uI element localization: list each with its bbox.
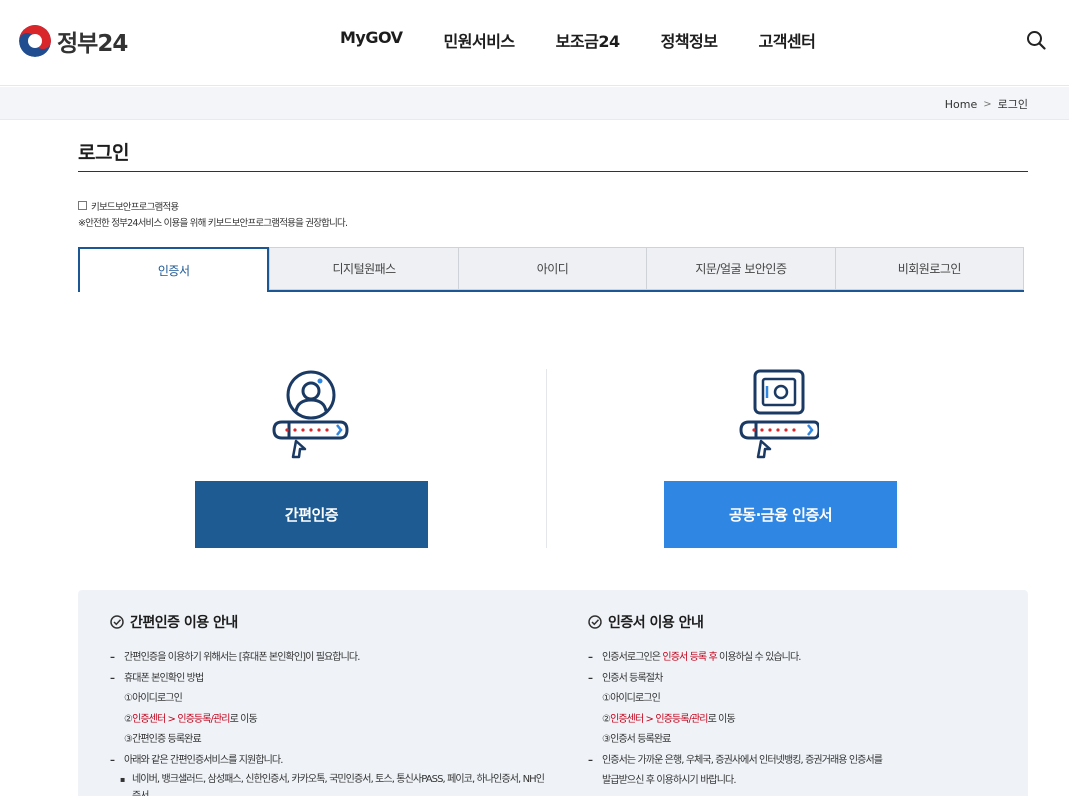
cert-guide-step: ①아이디로그인: [602, 693, 661, 704]
keyboard-security-label[interactable]: 키보드보안프로그램적용: [91, 199, 179, 213]
tab-biometric[interactable]: 지문/얼굴 보안인증: [646, 247, 835, 290]
logo-text: 정부24: [57, 31, 128, 57]
cert-guide-line: 인증서는 가까운 은행, 우체국, 증권사에서 인터넷뱅킹, 증권거래용 인증서…: [588, 751, 1028, 772]
nav-civil-service[interactable]: 민원서비스: [444, 28, 516, 52]
cert-guide-line-cont: 발급받으신 후 이용하시기 바랍니다.: [602, 775, 737, 786]
keyboard-security-checkbox[interactable]: [78, 201, 87, 210]
simple-guide-line: 휴대폰 본인확인 방법: [110, 669, 550, 690]
step-suffix: 로 이동: [707, 713, 736, 725]
cert-center-link[interactable]: 인증센터 > 인증등록/관리: [132, 714, 230, 725]
simple-auth-icon: [272, 370, 349, 459]
simple-guide-line: 간편인증을 이용하기 위해서는 [휴대폰 본인확인]이 필요합니다.: [110, 648, 550, 669]
supported-services-cont: 증서: [110, 788, 550, 796]
search-icon[interactable]: [1026, 30, 1046, 50]
breadcrumb: Home > 로그인: [945, 96, 1028, 112]
simple-guide-step: ③간편인증 등록완료: [124, 734, 202, 745]
tab-digital-onepass[interactable]: 디지털원패스: [269, 247, 458, 290]
usage-guide: 간편인증 이용 안내 간편인증을 이용하기 위해서는 [휴대폰 본인확인]이 필…: [78, 590, 1028, 796]
chevron-right-icon: >: [983, 98, 992, 110]
tab-id[interactable]: 아이디: [457, 247, 647, 290]
cert-line-highlight: 인증서 등록 후: [662, 652, 717, 663]
tab-non-member[interactable]: 비회원로그인: [834, 247, 1025, 290]
step-number: ②: [124, 713, 133, 725]
nav-subsidy24[interactable]: 보조금24: [556, 28, 620, 52]
simple-guide-line: 아래와 같은 간편인증서비스를 지원합니다.: [110, 751, 550, 772]
cert-line-suffix: 이용하실 수 있습니다.: [716, 652, 801, 663]
certificate-guide: 인증서 이용 안내 인증서로그인은 인증서 등록 후 이용하실 수 있습니다. …: [588, 612, 1028, 792]
check-circle-icon: [110, 615, 124, 629]
nav-policy-info[interactable]: 정책정보: [661, 28, 718, 52]
site-logo[interactable]: 정부24: [19, 24, 128, 58]
keyboard-security: 키보드보안프로그램적용 ※안전한 정부24서비스 이용을 위해 키보드보안프로그…: [78, 199, 348, 229]
simple-guide-step: ①아이디로그인: [124, 693, 183, 704]
supported-services: 네이버, 뱅크샐러드, 삼성패스, 신한인증서, 카카오톡, 국민인증서, 토스…: [110, 771, 550, 788]
simple-auth-guide: 간편인증 이용 안내 간편인증을 이용하기 위해서는 [휴대폰 본인확인]이 필…: [110, 612, 550, 796]
simple-auth-button[interactable]: 간편인증: [195, 481, 428, 548]
breadcrumb-current: 로그인: [997, 98, 1028, 111]
cert-guide-title: 인증서 이용 안내: [608, 615, 704, 631]
check-circle-icon: [588, 615, 602, 629]
cert-center-link[interactable]: 인증센터 > 인증등록/관리: [610, 714, 708, 725]
step-suffix: 로 이동: [229, 713, 258, 725]
taegeuk-logo-icon: [19, 25, 51, 57]
nav-mygov[interactable]: MyGOV: [340, 28, 403, 52]
cert-guide-line: 인증서로그인은 인증서 등록 후 이용하실 수 있습니다.: [588, 648, 1028, 669]
simple-guide-title: 간편인증 이용 안내: [130, 615, 238, 631]
joint-financial-cert-button[interactable]: 공동·금융 인증서: [664, 481, 897, 548]
breadcrumb-bar: Home > 로그인: [0, 87, 1069, 120]
certificate-safe-icon: [739, 369, 819, 459]
nav-customer-center[interactable]: 고객센터: [758, 28, 815, 52]
page-title-wrap: 로그인: [78, 138, 1028, 172]
cert-guide-step: ③인증서 등록완료: [602, 734, 671, 745]
cert-guide-step: ②인증센터 > 인증등록/관리로 이동: [588, 710, 1028, 731]
page-title: 로그인: [78, 142, 129, 164]
keyboard-security-notice: ※안전한 정부24서비스 이용을 위해 키보드보안프로그램적용을 권장합니다.: [78, 217, 348, 229]
cert-guide-line: 인증서 등록절차: [588, 669, 1028, 690]
simple-guide-step: ②인증센터 > 인증등록/관리로 이동: [110, 710, 550, 731]
options-divider: [546, 369, 547, 548]
login-tabs: 인증서 디지털원패스 아이디 지문/얼굴 보안인증 비회원로그인: [78, 247, 1025, 292]
breadcrumb-home[interactable]: Home: [945, 98, 977, 111]
site-header: 정부24 MyGOV 민원서비스 보조금24 정책정보 고객센터 ⋮: [0, 0, 1069, 86]
main-nav: MyGOV 민원서비스 보조금24 정책정보 고객센터: [340, 28, 856, 52]
cert-line-prefix: 인증서로그인은: [602, 652, 663, 663]
step-number: ②: [602, 713, 611, 725]
tab-certificate[interactable]: 인증서: [78, 247, 270, 292]
all-menu-icon[interactable]: ⋮: [1064, 30, 1069, 46]
